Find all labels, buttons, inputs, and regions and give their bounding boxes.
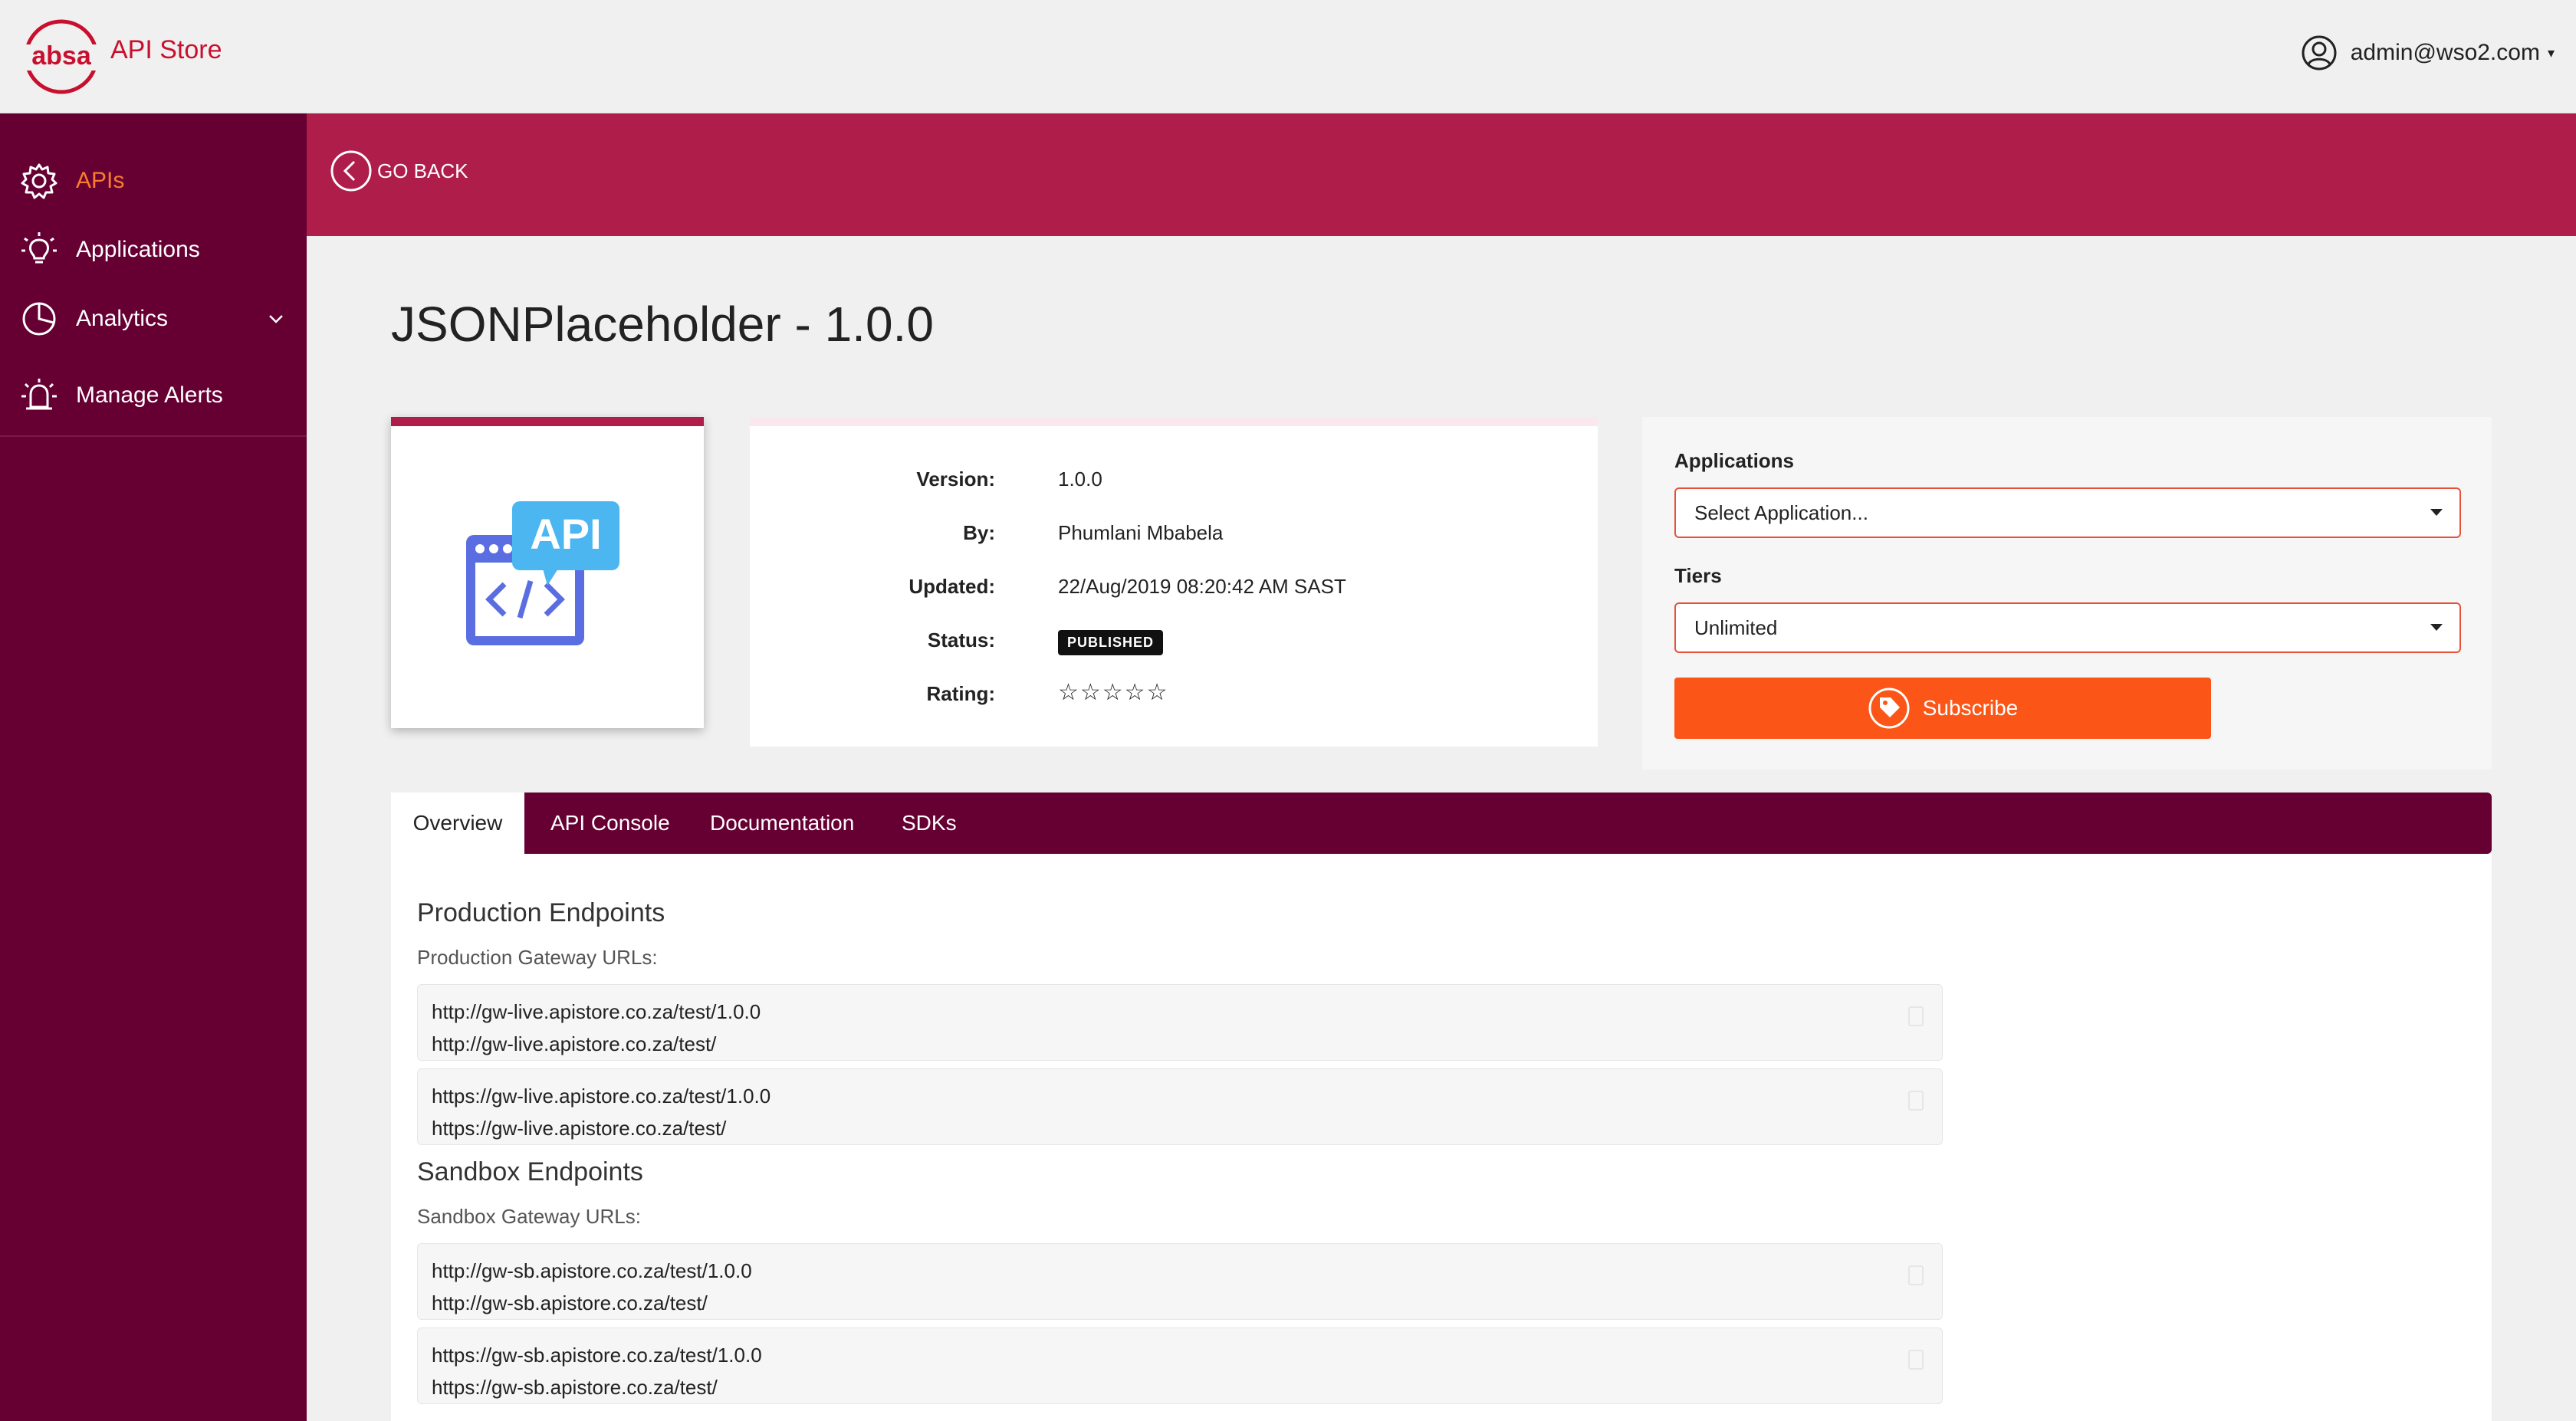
tier-select-value: Unlimited — [1694, 615, 1778, 639]
endpoint-url-box: https://gw-sb.apistore.co.za/test/1.0.0 … — [417, 1327, 1943, 1404]
info-row-rating: Rating: ☆☆☆☆☆ — [750, 679, 1598, 713]
endpoint-url-box: http://gw-live.apistore.co.za/test/1.0.0… — [417, 984, 1943, 1061]
by-value: Phumlani Mbabela — [1058, 521, 1224, 544]
sidebar: APIs Applications Analytics Manage Alert… — [0, 113, 307, 1421]
sidebar-item-applications[interactable]: Applications — [0, 219, 307, 281]
production-endpoints-subtitle: Production Gateway URLs: — [417, 946, 658, 969]
endpoint-url[interactable]: https://gw-live.apistore.co.za/test/ — [432, 1117, 726, 1140]
endpoint-url[interactable]: https://gw-sb.apistore.co.za/test/ — [432, 1376, 718, 1400]
endpoint-url[interactable]: http://gw-sb.apistore.co.za/test/1.0.0 — [432, 1259, 752, 1283]
page-title: JSONPlaceholder - 1.0.0 — [391, 297, 934, 352]
sidebar-divider — [0, 435, 307, 437]
info-row-updated: Updated: 22/Aug/2019 08:20:42 AM SAST — [750, 575, 1598, 605]
sidebar-item-analytics[interactable]: Analytics — [0, 288, 307, 350]
status-label: Status: — [927, 628, 995, 651]
endpoint-url-box: http://gw-sb.apistore.co.za/test/1.0.0 h… — [417, 1243, 1943, 1320]
tab-label: Overview — [412, 811, 503, 835]
sidebar-item-label: APIs — [76, 168, 125, 193]
rating-stars[interactable]: ☆☆☆☆☆ — [1058, 679, 1168, 706]
api-info-card: Version: 1.0.0 By: Phumlani Mbabela Upda… — [750, 417, 1598, 747]
rating-label: Rating: — [926, 682, 995, 705]
copy-icon[interactable] — [1907, 1005, 1925, 1028]
endpoint-url-box: https://gw-live.apistore.co.za/test/1.0.… — [417, 1068, 1943, 1145]
gear-icon — [21, 163, 58, 199]
endpoint-url[interactable]: http://gw-live.apistore.co.za/test/1.0.0 — [432, 1000, 761, 1024]
version-label: Version: — [916, 468, 995, 491]
copy-icon[interactable] — [1907, 1089, 1925, 1112]
subscribe-button[interactable]: Subscribe — [1674, 678, 2211, 739]
user-icon — [2302, 35, 2337, 71]
pie-chart-icon — [22, 302, 56, 336]
by-label: By: — [963, 521, 995, 544]
copy-icon[interactable] — [1907, 1264, 1925, 1287]
updated-label: Updated: — [909, 575, 995, 598]
user-name: admin@wso2.com — [2350, 40, 2540, 65]
arrow-left-circle-icon — [330, 150, 372, 192]
dropdown-arrow-icon — [2430, 624, 2443, 631]
tab-api-console[interactable]: API Console — [550, 793, 670, 854]
dropdown-arrow-icon — [2430, 509, 2443, 516]
api-thumbnail-icon: API — [466, 501, 619, 645]
page-banner — [307, 113, 2576, 236]
tab-label: API Console — [550, 811, 670, 835]
info-row-status: Status: PUBLISHED — [750, 628, 1598, 659]
tab-label: SDKs — [902, 811, 957, 835]
sandbox-endpoints-title: Sandbox Endpoints — [417, 1157, 643, 1186]
endpoint-url[interactable]: http://gw-live.apistore.co.za/test/ — [432, 1032, 716, 1056]
updated-value: 22/Aug/2019 08:20:42 AM SAST — [1058, 575, 1346, 598]
endpoint-url[interactable]: https://gw-live.apistore.co.za/test/1.0.… — [432, 1085, 770, 1108]
top-header: absa API Store admin@wso2.com ▾ — [0, 0, 2576, 113]
tab-documentation[interactable]: Documentation — [710, 793, 854, 854]
sandbox-endpoints-subtitle: Sandbox Gateway URLs: — [417, 1205, 641, 1228]
user-menu[interactable]: admin@wso2.com ▾ — [2302, 35, 2555, 71]
store-name[interactable]: API Store — [110, 35, 222, 65]
subscribe-label: Subscribe — [1922, 696, 2019, 720]
sidebar-item-label: Applications — [76, 237, 200, 262]
caret-down-icon: ▾ — [2547, 44, 2555, 61]
go-back-button[interactable]: GO BACK — [330, 149, 468, 192]
sidebar-item-apis[interactable]: APIs — [0, 150, 307, 212]
sidebar-item-label: Analytics — [76, 306, 169, 331]
alarm-icon — [21, 379, 57, 410]
tab-label: Documentation — [710, 811, 855, 835]
application-select[interactable]: Select Application... — [1674, 487, 2461, 538]
thumbnail-text: API — [530, 510, 601, 558]
lightbulb-icon — [21, 232, 57, 264]
sidebar-item-manage-alerts[interactable]: Manage Alerts — [0, 365, 307, 426]
tab-sdks[interactable]: SDKs — [902, 793, 957, 854]
status-badge: PUBLISHED — [1058, 630, 1164, 655]
info-row-version: Version: 1.0.0 — [750, 468, 1598, 498]
version-value: 1.0.0 — [1058, 468, 1102, 491]
tiers-label: Tiers — [1674, 564, 1722, 587]
sidebar-item-label: Manage Alerts — [76, 382, 223, 408]
info-row-by: By: Phumlani Mbabela — [750, 521, 1598, 552]
api-tabs: Overview API Console Documentation SDKs — [391, 793, 2492, 854]
endpoint-url[interactable]: http://gw-sb.apistore.co.za/test/ — [432, 1291, 708, 1315]
chevron-down-icon[interactable] — [264, 307, 288, 331]
tier-select[interactable]: Unlimited — [1674, 602, 2461, 653]
subscribe-panel: Applications Select Application... Tiers… — [1642, 417, 2492, 770]
tab-overview[interactable]: Overview — [391, 793, 524, 854]
application-select-value: Select Application... — [1694, 500, 1868, 524]
production-endpoints-title: Production Endpoints — [417, 898, 665, 927]
tag-icon — [1868, 688, 1910, 729]
api-thumbnail-card: API — [391, 417, 704, 728]
absa-logo[interactable]: absa — [21, 18, 101, 95]
applications-label: Applications — [1674, 449, 1795, 472]
copy-icon[interactable] — [1907, 1348, 1925, 1371]
endpoint-url[interactable]: https://gw-sb.apistore.co.za/test/1.0.0 — [432, 1344, 762, 1367]
logo-text: absa — [31, 41, 92, 71]
go-back-label: GO BACK — [377, 159, 468, 182]
